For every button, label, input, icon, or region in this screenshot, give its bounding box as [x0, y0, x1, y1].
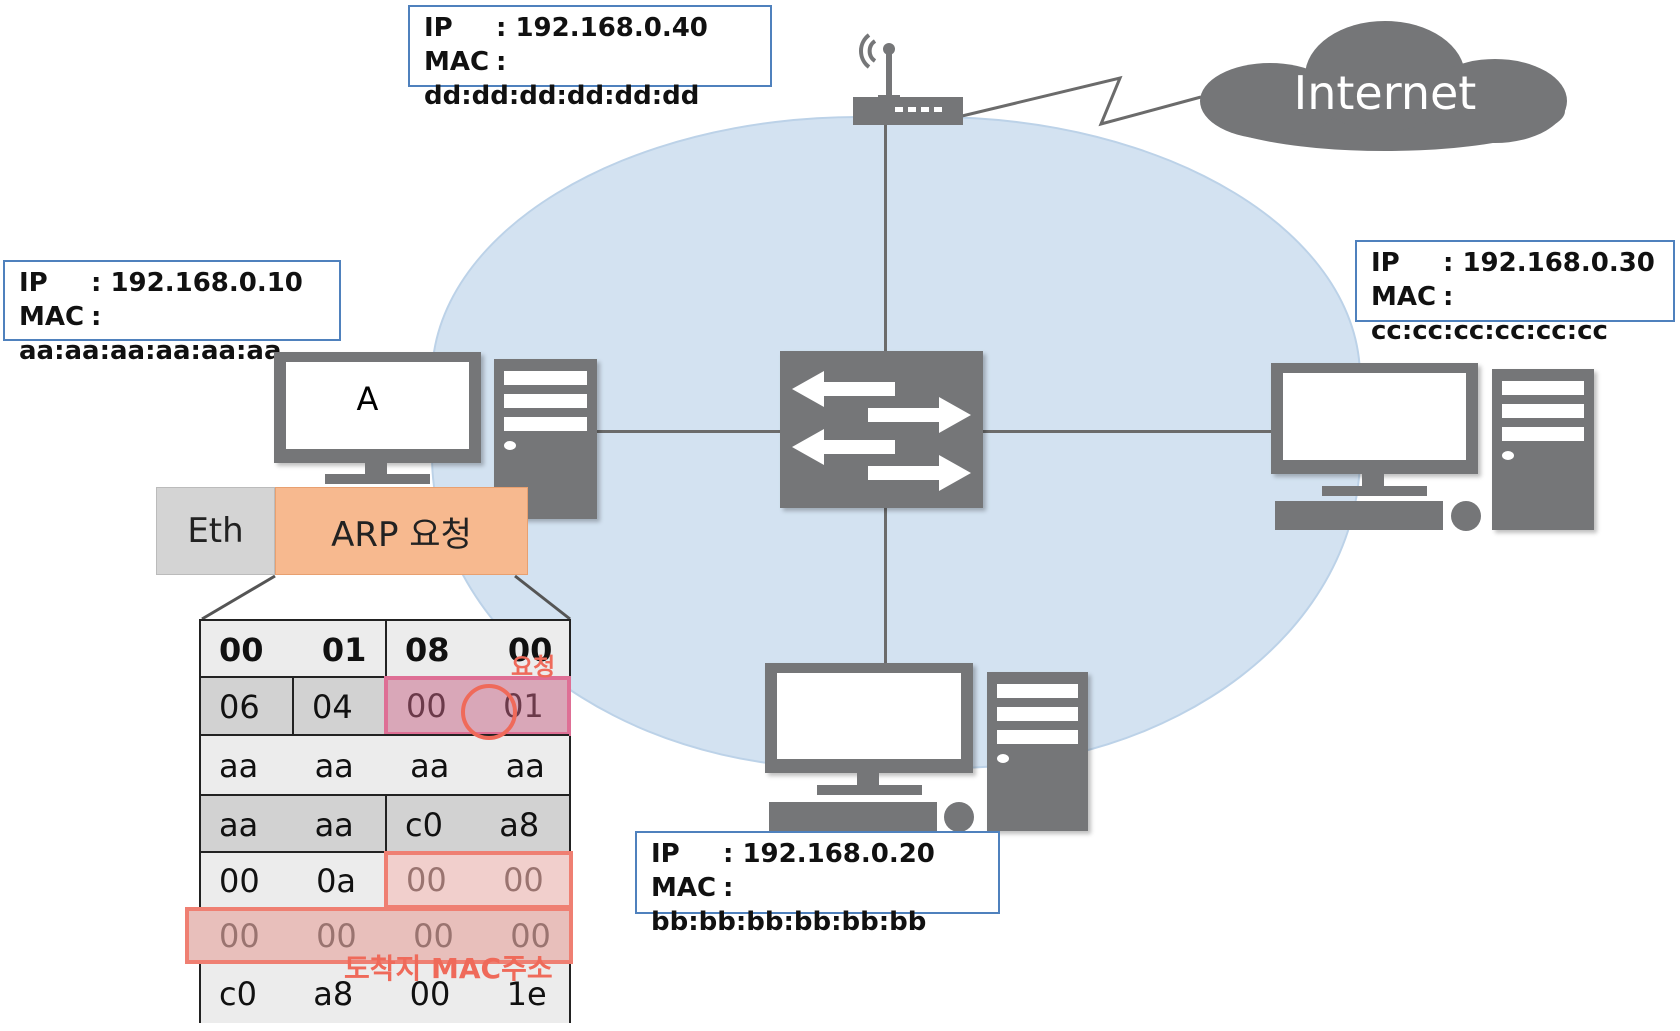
- host-c-tower-icon: [1492, 369, 1594, 530]
- protocol-size: 04: [312, 688, 353, 726]
- target-mac-annotation: 도착지 MAC주소: [344, 952, 553, 985]
- mac-label: MAC: [651, 873, 717, 903]
- packet-row: aa aa aa aa: [201, 734, 569, 796]
- monitor-base: [325, 474, 430, 484]
- monitor-base: [817, 785, 922, 795]
- host-b-monitor-icon: [765, 663, 973, 773]
- mac-label: MAC: [424, 47, 490, 77]
- host-b-mouse-icon: [944, 802, 974, 832]
- sender-ip-part2: 00 0a: [219, 862, 357, 900]
- host-a-name: A: [356, 380, 379, 418]
- packet-row: aa aa c0 a8: [201, 794, 569, 853]
- monitor-stand: [1362, 473, 1384, 487]
- arp-request-payload: ARP 요청: [275, 487, 528, 575]
- opcode-circle-highlight: [461, 684, 517, 740]
- host-a-ip: : 192.168.0.10: [91, 268, 303, 298]
- mac-label: MAC: [19, 302, 85, 332]
- sender-mac-part2: aa aa: [201, 796, 387, 853]
- packet-row: 00 0a 00 00: [201, 851, 573, 909]
- host-c-monitor-icon: [1271, 363, 1478, 474]
- ip-label: IP: [424, 13, 453, 43]
- router-icon: [853, 27, 963, 125]
- target-mac-part1: 00 00: [384, 851, 573, 909]
- hardware-size: 06: [201, 678, 294, 736]
- host-c-mouse-icon: [1451, 501, 1481, 531]
- host-b-info-box: IP: 192.168.0.20 MAC: bb:bb:bb:bb:bb:bb: [635, 831, 1000, 937]
- host-c-keyboard-icon: [1275, 501, 1443, 530]
- host-c-info-box: IP: 192.168.0.30 MAC: cc:cc:cc:cc:cc:cc: [1355, 240, 1675, 346]
- internet-label: Internet: [1293, 66, 1477, 120]
- ip-label: IP: [19, 268, 48, 298]
- hardware-type: 00 01: [201, 621, 387, 678]
- host-b-keyboard-icon: [769, 802, 937, 831]
- sender-ip-part1: c0 a8: [405, 805, 540, 844]
- eth-header: Eth: [156, 487, 275, 575]
- router-info-box: IP: 192.168.0.40 MAC: dd:dd:dd:dd:dd:dd: [408, 5, 772, 111]
- host-b-ip: : 192.168.0.20: [723, 839, 935, 869]
- arp-packet-table: 00 01 08 00 06 04 00 01 aa aa aa aa aa a…: [185, 619, 573, 1023]
- host-b-tower-icon: [987, 672, 1088, 831]
- ip-label: IP: [1371, 248, 1400, 278]
- sender-mac-part1: aa aa aa aa: [219, 747, 545, 785]
- mac-label: MAC: [1371, 282, 1437, 312]
- switch-icon: [780, 351, 983, 508]
- host-c-ip: : 192.168.0.30: [1443, 248, 1655, 278]
- opcode-annotation: 요청: [511, 653, 556, 681]
- monitor-stand: [857, 772, 879, 786]
- router-ip: : 192.168.0.40: [496, 13, 708, 43]
- host-a-monitor-icon: A: [274, 352, 481, 463]
- ip-label: IP: [651, 839, 680, 869]
- internet-cloud: Internet: [1195, 16, 1575, 152]
- host-a-info-box: IP: 192.168.0.10 MAC: aa:aa:aa:aa:aa:aa: [3, 260, 341, 366]
- monitor-base: [1322, 486, 1427, 496]
